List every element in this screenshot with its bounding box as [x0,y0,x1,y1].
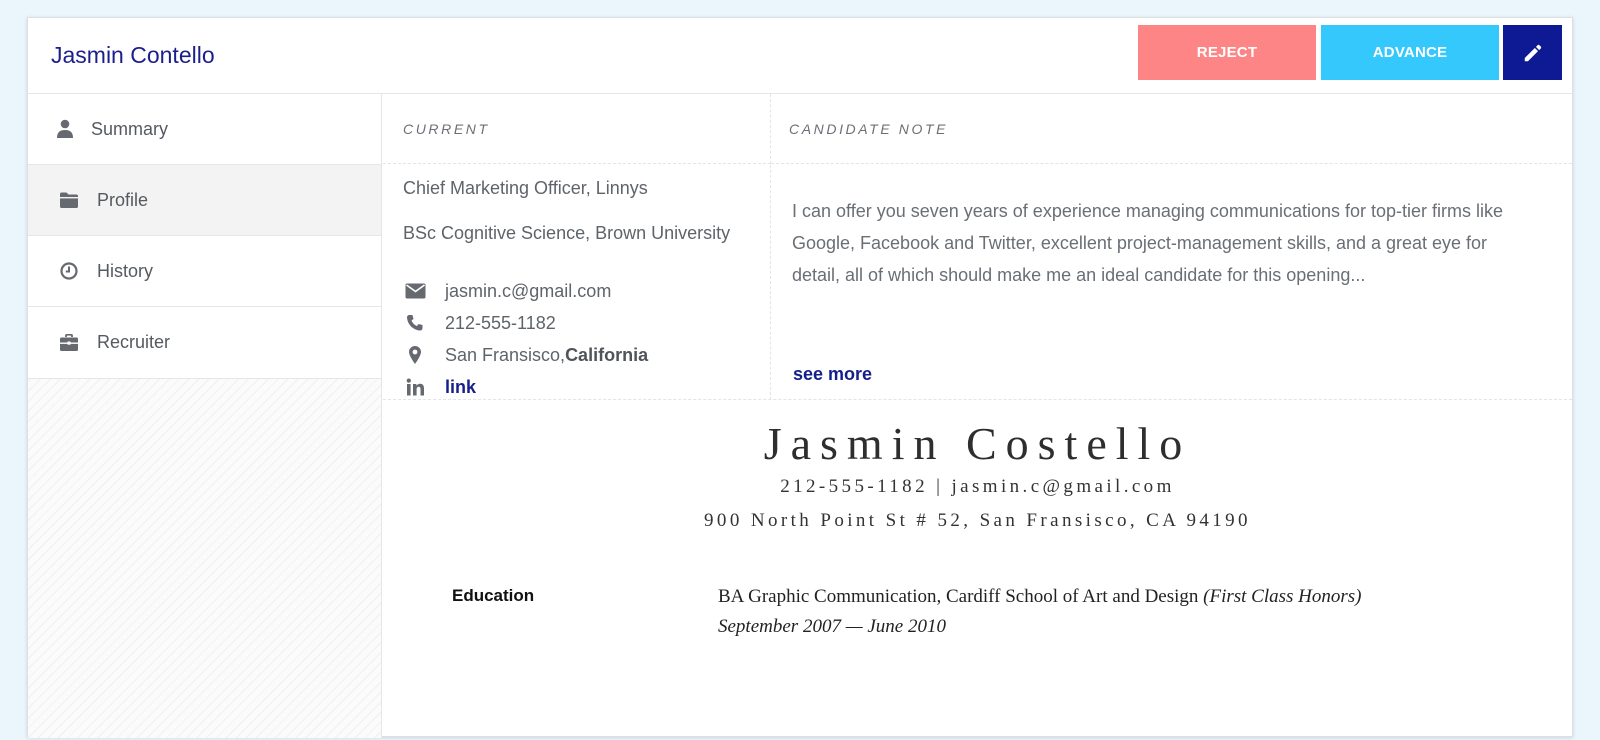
resume-degree: BA Graphic Communication, Cardiff School… [718,586,1362,608]
resume-degree-text: BA Graphic Communication, Cardiff School… [718,586,1204,607]
candidate-header: Jasmin Contello REJECT ADVANCE [28,18,1572,94]
folder-icon [58,189,80,211]
current-column-heading: CURRENT [383,94,771,164]
clock-icon [58,260,80,282]
briefcase-icon [58,332,80,354]
sidebar-item-label: History [97,260,154,281]
reject-button[interactable]: REJECT [1138,25,1316,80]
location-row: San Fransisco, California [403,344,648,366]
sidebar-item-label: Summary [91,118,169,139]
sidebar-item-history[interactable]: History [28,236,381,307]
candidate-name: Jasmin Contello [51,42,215,68]
phone-row: 212-555-1182 [403,312,556,334]
sidebar-item-label: Profile [97,189,149,210]
resume-education-label: Education [452,586,535,605]
email-row: jasmin.c@gmail.com [403,280,611,302]
edit-button[interactable] [1503,25,1562,80]
phone-value: 212-555-1182 [445,312,556,333]
resume-name: Jasmin Costello [763,418,1192,469]
user-icon [54,118,76,140]
resume-honors: (First Class Honors) [1203,586,1362,607]
resume-preview: Jasmin Costello 212-555-1182 | jasmin.c@… [383,400,1572,740]
city-value: San Fransisco, [445,344,566,365]
sidebar-item-recruiter[interactable]: Recruiter [28,307,381,379]
linkedin-link[interactable]: link [445,377,476,398]
current-details: Chief Marketing Officer, Linnys BSc Cogn… [383,165,771,400]
linkedin-row: link [403,376,476,398]
see-more-link[interactable]: see more [793,364,872,385]
candidate-card: Jasmin Contello REJECT ADVANCE Summary P… [27,17,1573,740]
candidate-note: I can offer you seven years of experienc… [771,165,1572,400]
phone-icon [403,312,427,334]
advance-button[interactable]: ADVANCE [1321,25,1499,80]
sidebar-item-summary[interactable]: Summary [28,94,381,165]
resume-contact: 212-555-1182 | jasmin.c@gmail.com [780,476,1175,497]
linkedin-icon [403,376,427,398]
candidate-note-heading: CANDIDATE NOTE [771,94,1572,164]
map-pin-icon [403,344,427,366]
state-value: California [565,344,649,365]
candidate-note-text: I can offer you seven years of experienc… [792,201,1503,285]
sidebar: Summary Profile History Recruiter [28,94,382,738]
email-value: jasmin.c@gmail.com [445,280,612,301]
resume-address: 900 North Point St # 52, San Fransisco, … [704,510,1251,531]
sidebar-item-profile[interactable]: Profile [28,165,381,236]
resume-education-dates: September 2007 — June 2010 [718,616,946,637]
pencil-icon [1522,42,1544,64]
current-education: BSc Cognitive Science, Brown University [403,223,731,243]
sidebar-item-label: Recruiter [97,332,171,352]
envelope-icon [403,280,427,302]
current-position: Chief Marketing Officer, Linnys [403,178,648,198]
